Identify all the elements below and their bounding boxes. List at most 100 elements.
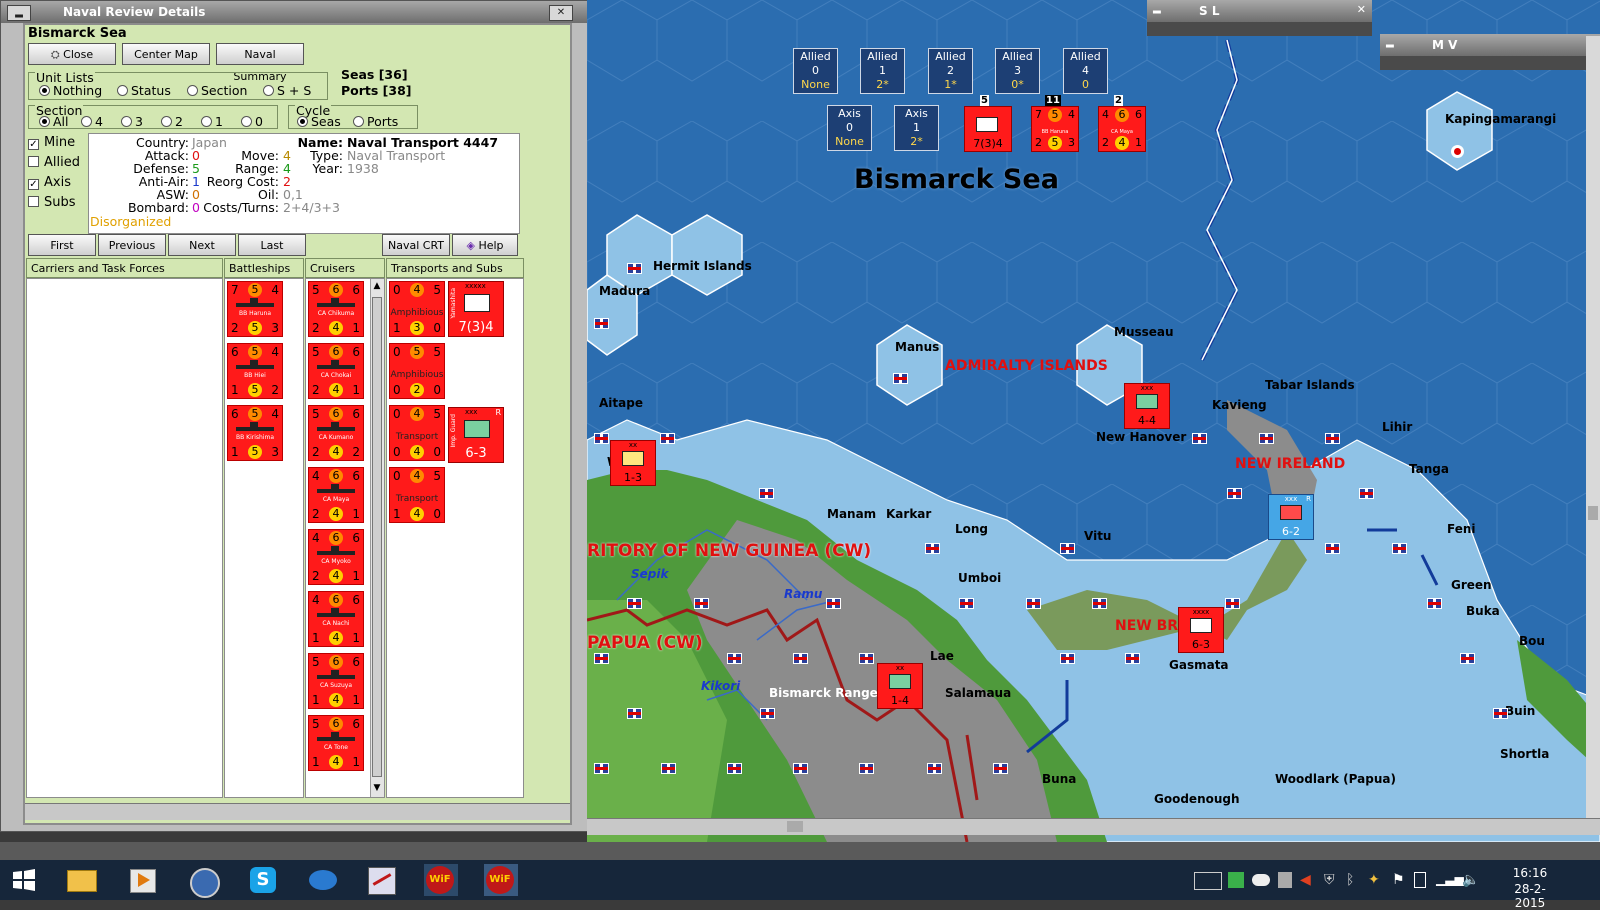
radio-section-3[interactable]: 3: [121, 114, 143, 129]
radio-section[interactable]: Section: [187, 83, 247, 98]
first-button[interactable]: First: [28, 234, 96, 256]
land-unit-1-3[interactable]: xx 1-3: [610, 440, 656, 486]
mv-window-titlebar[interactable]: ▂ M V ✕: [1380, 34, 1600, 56]
map-unit-bb-haruna[interactable]: 754 BB Haruna 253: [1031, 106, 1079, 152]
radio-section-1[interactable]: 1: [201, 114, 223, 129]
carriers-list[interactable]: [26, 278, 223, 798]
radio-s-plus-s[interactable]: S + S: [263, 83, 311, 98]
map-unit-yamashita[interactable]: 7(3)4: [964, 106, 1012, 152]
close-button[interactable]: ⛭ Close: [28, 43, 116, 65]
scroll-down-icon[interactable]: ▼: [372, 783, 382, 795]
mv-minimize-icon[interactable]: ▂: [1386, 37, 1394, 48]
battery-icon[interactable]: [1414, 872, 1426, 888]
naval-summary-button[interactable]: Naval Summary: [216, 43, 304, 83]
close-icon[interactable]: ✕: [549, 5, 573, 21]
volume-icon[interactable]: ◀: [1300, 872, 1314, 888]
minimize-icon[interactable]: ▂: [7, 5, 31, 21]
tray-app-icon[interactable]: [1228, 872, 1244, 888]
radio-status[interactable]: Status: [117, 83, 171, 98]
filter-allied-checkbox[interactable]: Allied: [28, 155, 80, 170]
scroll-thumb[interactable]: [372, 297, 382, 777]
app-bird-icon[interactable]: [306, 864, 340, 896]
dialog-titlebar[interactable]: ▂ Naval Review Details ✕: [1, 1, 589, 23]
radio-section-0[interactable]: 0: [241, 114, 263, 129]
land-unit-6-3[interactable]: xxxx 6-3: [1178, 607, 1224, 653]
tray-device-icon[interactable]: [1278, 872, 1292, 888]
cruiser-counter[interactable]: 5 6 6 CA Suzuya 1 4 1: [308, 653, 364, 709]
antivirus-icon[interactable]: ⛨: [1324, 872, 1338, 888]
battleship-counter[interactable]: 6 5 4 BB Kirishima 1 5 3: [227, 405, 283, 461]
radio-nothing[interactable]: Nothing: [39, 83, 102, 98]
dialog-hscroll[interactable]: [25, 803, 570, 820]
cruiser-counter[interactable]: 5 6 6 CA Tone 1 4 1: [308, 715, 364, 771]
embarked-land-unit[interactable]: xxx Imp. Guard R 6-3: [448, 407, 504, 463]
transport-counter[interactable]: 0 4 5 Transport 1 4 0: [389, 467, 445, 523]
axis-box-1[interactable]: Axis 1 2*: [894, 105, 939, 151]
filter-subs-checkbox[interactable]: Subs: [28, 195, 76, 210]
cruiser-counter[interactable]: 5 6 6 CA Chikuma 2 4 1: [308, 281, 364, 337]
land-unit-4-4[interactable]: xxx 4-4: [1124, 383, 1170, 429]
map-view[interactable]: ▂ S L ✕ ▂ M V ✕ Allied0None Allied12* Al…: [587, 0, 1600, 842]
radio-section-4[interactable]: 4: [81, 114, 103, 129]
cloud-icon[interactable]: [1252, 874, 1270, 886]
map-hscroll-thumb[interactable]: [787, 821, 803, 832]
windows-start-icon[interactable]: [12, 868, 36, 892]
map-vscroll-thumb[interactable]: [1588, 506, 1598, 520]
allied-box-2[interactable]: Allied 2 1*: [928, 48, 973, 94]
transport-counter[interactable]: 0 4 5 Transport 0 4 0: [389, 405, 445, 461]
radio-section-2[interactable]: 2: [161, 114, 183, 129]
media-player-icon[interactable]: [126, 864, 160, 896]
wif-game-active-icon[interactable]: WiF: [484, 864, 518, 896]
land-unit-6-2[interactable]: xxx R 6-2: [1268, 494, 1314, 540]
cruiser-counter[interactable]: 4 6 6 CA Nachi 1 4 1: [308, 591, 364, 647]
clock-date[interactable]: 28-2-2015: [1500, 882, 1560, 910]
battleships-list[interactable]: 7 5 4 BB Haruna 2 5 3 6 5 4 BB Hiei 1 5 2 6 5 4 BB Kirish…: [224, 278, 304, 798]
battleship-counter[interactable]: 7 5 4 BB Haruna 2 5 3: [227, 281, 283, 337]
naval-crt-button[interactable]: Naval CRT: [382, 234, 450, 256]
scroll-up-icon[interactable]: ▲: [372, 281, 382, 293]
keyboard-icon[interactable]: [1194, 872, 1222, 890]
action-center-icon[interactable]: ⚑: [1392, 872, 1406, 888]
drawing-app-icon[interactable]: [364, 864, 398, 896]
allied-box-3[interactable]: Allied 3 0*: [995, 48, 1040, 94]
battleship-counter[interactable]: 6 5 4 BB Hiei 1 5 2: [227, 343, 283, 399]
speaker-icon[interactable]: 🔈: [1462, 872, 1479, 888]
cruiser-counter[interactable]: 5 6 6 CA Chokai 2 4 1: [308, 343, 364, 399]
transport-counter[interactable]: 0 4 5 Amphibious 1 3 0: [389, 281, 445, 337]
cruiser-counter[interactable]: 4 6 6 CA Myoko 2 4 1: [308, 529, 364, 585]
cruiser-counter[interactable]: 4 6 6 CA Maya 2 4 1: [308, 467, 364, 523]
radio-cycle-seas[interactable]: Seas: [297, 114, 341, 129]
sl-minimize-icon[interactable]: ▂: [1153, 3, 1161, 14]
previous-button[interactable]: Previous: [98, 234, 166, 256]
allied-box-4[interactable]: Allied 4 0: [1063, 48, 1108, 94]
allied-box-1[interactable]: Allied 1 2*: [860, 48, 905, 94]
map-unit-ca-maya[interactable]: 466 CA Maya 241: [1098, 106, 1146, 152]
tray-tool-icon[interactable]: ✦: [1368, 872, 1382, 888]
bluetooth-icon[interactable]: ᛒ: [1346, 872, 1360, 888]
filter-axis-checkbox[interactable]: ✓ Axis: [28, 175, 71, 190]
last-button[interactable]: Last: [238, 234, 306, 256]
cruiser-counter[interactable]: 5 6 6 CA Kumano 2 4 2: [308, 405, 364, 461]
network-icon[interactable]: ▁▃▅: [1436, 872, 1464, 888]
clock-time[interactable]: 16:16: [1500, 866, 1560, 880]
map-vscroll[interactable]: [1586, 36, 1600, 818]
sl-close-icon[interactable]: ✕: [1357, 3, 1366, 16]
skype-icon[interactable]: S: [246, 864, 280, 896]
map-hscroll[interactable]: [587, 818, 1600, 835]
file-explorer-icon[interactable]: [64, 864, 98, 896]
thunderbird-icon[interactable]: [186, 864, 220, 898]
radio-section-all[interactable]: All: [39, 114, 69, 129]
transport-counter[interactable]: 0 5 5 Amphibious 0 2 0: [389, 343, 445, 399]
help-button[interactable]: ◈ Help: [452, 234, 518, 256]
center-map-button[interactable]: Center Map: [122, 43, 210, 65]
cruisers-scrollbar[interactable]: ▲ ▼: [370, 279, 384, 797]
next-button[interactable]: Next: [168, 234, 236, 256]
sl-window-titlebar[interactable]: ▂ S L ✕: [1147, 0, 1372, 22]
radio-cycle-ports[interactable]: Ports: [353, 114, 398, 129]
embarked-land-unit[interactable]: xxxxx Yamashita 7(3)4: [448, 281, 504, 337]
filter-mine-checkbox[interactable]: ✓ Mine: [28, 135, 75, 150]
allied-box-0[interactable]: Allied 0 None: [793, 48, 838, 94]
wif-game-icon[interactable]: WiF: [424, 864, 458, 896]
land-unit-1-4[interactable]: xx 1-4: [877, 663, 923, 709]
transports-list[interactable]: 0 4 5 Amphibious 1 3 0 0 5 5 Amphibious 0 2 0 0 4 5 Trans…: [386, 278, 524, 798]
